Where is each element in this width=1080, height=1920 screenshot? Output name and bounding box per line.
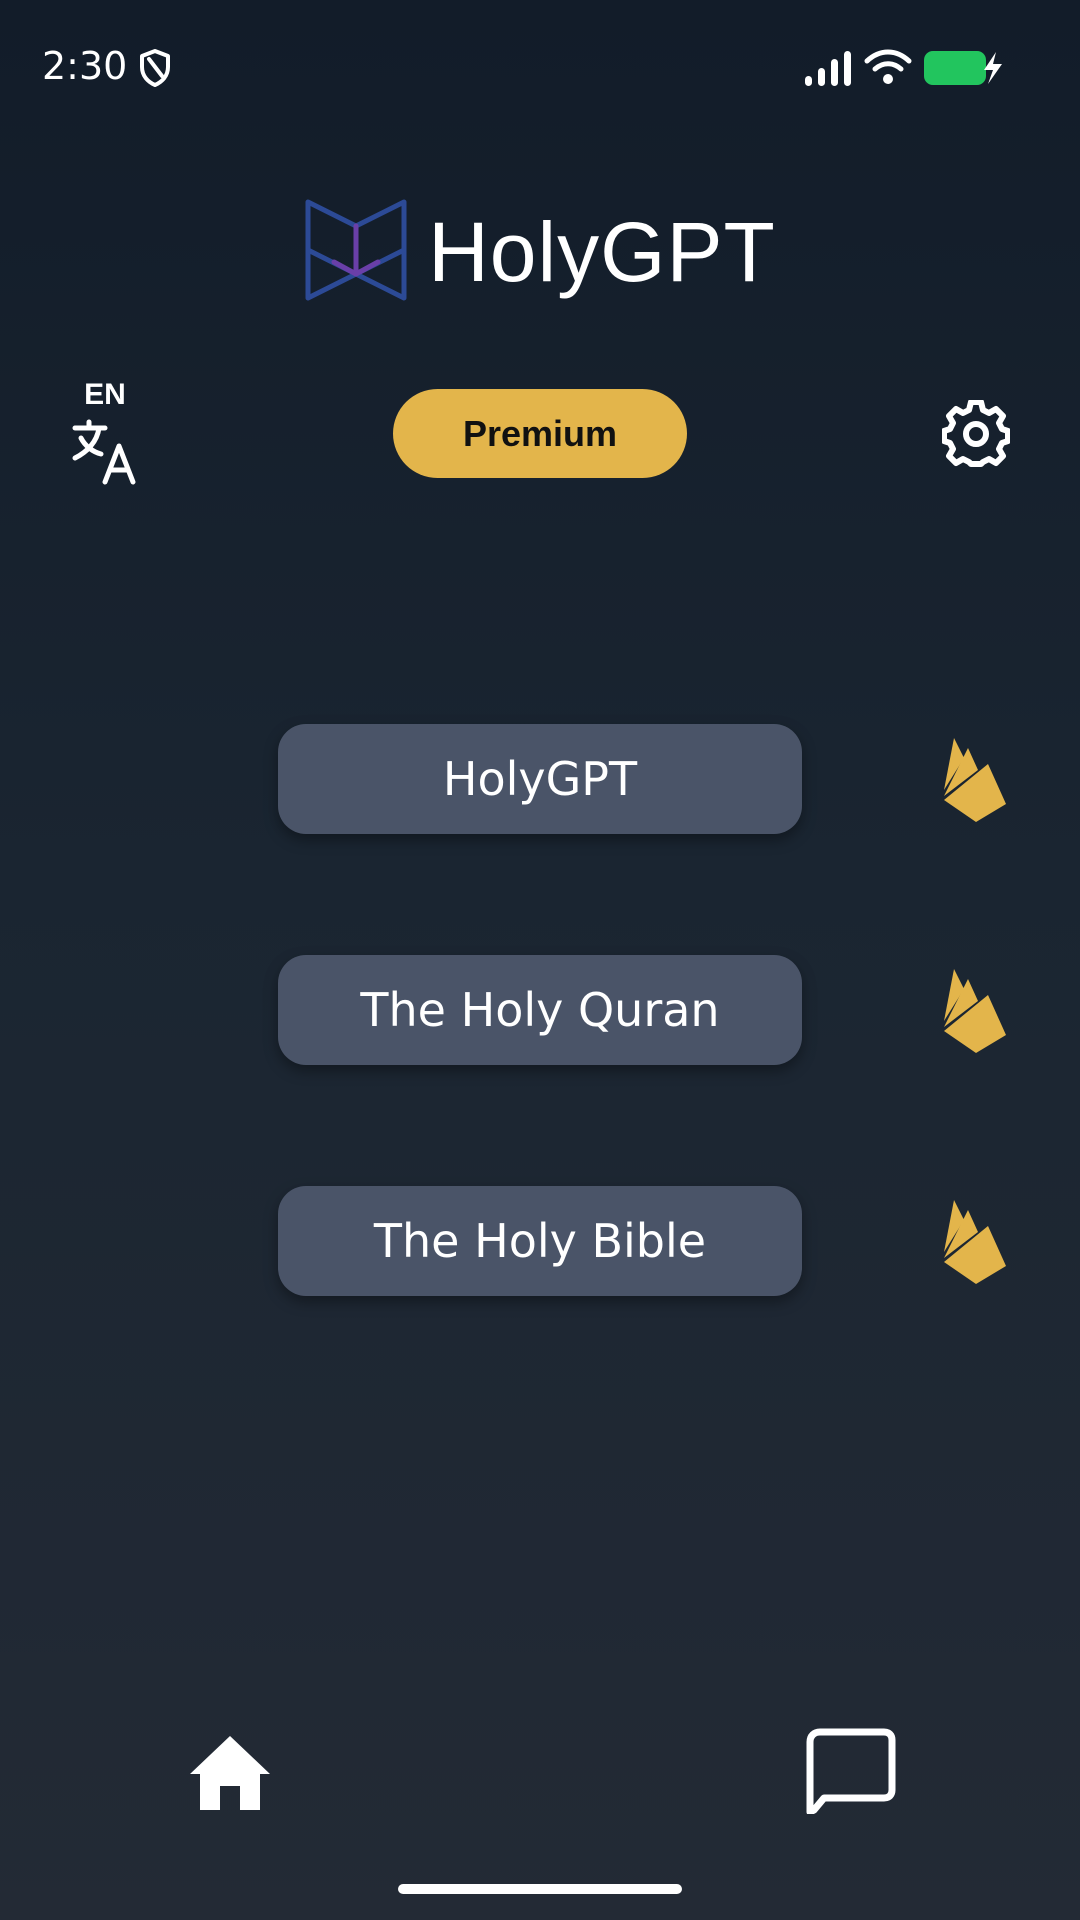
menu-button-quran[interactable]: The Holy Quran	[278, 955, 802, 1065]
menu-button-holygpt[interactable]: HolyGPT	[278, 724, 802, 834]
firebase-icon[interactable]	[942, 965, 1008, 1053]
status-time: 2:30	[42, 44, 128, 88]
shield-icon	[140, 49, 170, 87]
translate-icon	[72, 419, 136, 485]
home-indicator	[398, 1884, 682, 1894]
menu-button-bible[interactable]: The Holy Bible	[278, 1186, 802, 1296]
language-code: EN	[84, 378, 126, 411]
chat-icon[interactable]	[804, 1728, 896, 1814]
gear-icon[interactable]	[942, 400, 1010, 468]
wifi-icon	[864, 49, 912, 84]
firebase-icon[interactable]	[942, 1196, 1008, 1284]
app-logo: HolyGPT	[0, 196, 1080, 308]
app-title: HolyGPT	[428, 204, 776, 299]
book-logo-icon	[305, 199, 407, 301]
firebase-icon[interactable]	[942, 734, 1008, 822]
premium-button[interactable]: Premium	[393, 389, 687, 478]
battery-charging-icon	[924, 51, 1002, 85]
status-bar: 2:30	[0, 0, 1080, 140]
language-toggle[interactable]: EN	[64, 378, 146, 494]
signal-icon	[805, 51, 851, 86]
home-icon[interactable]	[188, 1734, 272, 1810]
